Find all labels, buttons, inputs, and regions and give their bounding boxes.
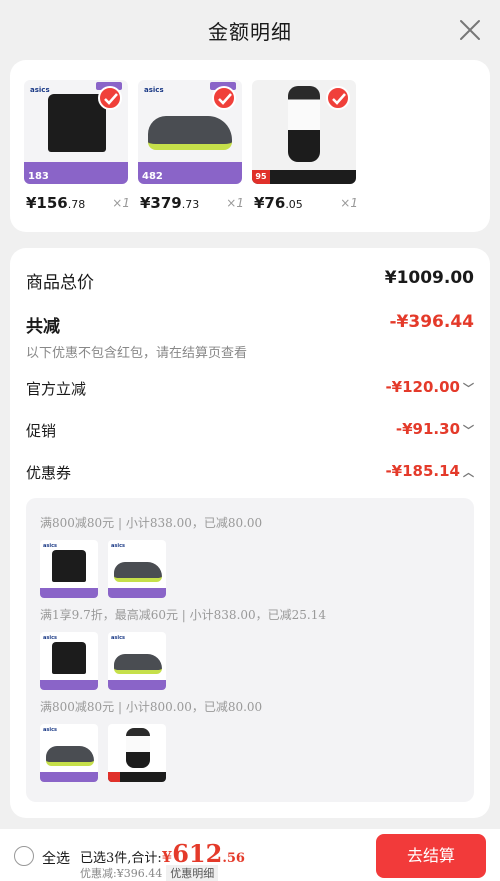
official-discount-row[interactable]: 官方立减 -¥120.00 ﹀: [26, 378, 474, 404]
total-reduce-value: -¥396.44: [389, 312, 475, 332]
total-reduce-row: 共减 -¥396.44: [26, 312, 474, 338]
checkout-bar: 全选 已选3件,合计:¥612.56 优惠减:¥396.44 优惠明细 去结算: [0, 829, 500, 881]
mini-product-shoe: asics: [40, 724, 98, 782]
model-icon: [288, 86, 320, 162]
discount-note: 以下优惠不包含红包，请在结算页查看: [26, 346, 248, 361]
mini-product-shoe: asics: [108, 632, 166, 690]
close-icon[interactable]: [458, 18, 482, 42]
mini-product-shirt: asics: [40, 540, 98, 598]
sheet-title: 金额明细: [208, 20, 292, 44]
product-item-shoe[interactable]: asics 482 ¥379.73 ×1: [138, 80, 246, 216]
total-price-label: 商品总价: [26, 273, 94, 293]
price-row: ¥379.73 ×1: [138, 192, 246, 216]
mini-product-shirt: asics: [40, 632, 98, 690]
promotion-label: 促销: [26, 422, 57, 440]
amount-detail-card: 商品总价 ¥1009.00 共减 -¥396.44 以下优惠不包含红包，请在结算…: [10, 248, 490, 818]
discount-amount-text: 优惠减:¥396.44: [80, 867, 163, 880]
price-row: ¥76.05 ×1: [252, 192, 360, 216]
discount-summary: 优惠减:¥396.44 优惠明细: [80, 865, 219, 881]
checked-icon[interactable]: [326, 86, 350, 110]
coupon-label: 优惠券: [26, 464, 72, 482]
price-strip: 95: [252, 170, 356, 184]
discount-detail-link[interactable]: 优惠明细: [166, 865, 219, 881]
product-quantity: ×1: [226, 196, 244, 210]
total-price-row: 商品总价 ¥1009.00: [26, 268, 474, 294]
price-strip: 482: [138, 162, 242, 184]
price-strip: 183: [24, 162, 128, 184]
coupon-value: -¥185.14 ︿: [385, 462, 474, 480]
product-price: ¥156.78: [26, 194, 86, 212]
total-reduce-label: 共减: [26, 317, 60, 337]
total-price-value: ¥1009.00: [384, 268, 474, 288]
brand-logo: asics: [30, 86, 50, 94]
product-image[interactable]: 95: [252, 80, 356, 184]
checkout-button[interactable]: 去结算: [376, 834, 486, 878]
coupon-detail-panel: 满800减80元 | 小计838.00，已减80.00 asics asics …: [26, 498, 474, 802]
selected-count-text: 已选3件,合计:: [80, 851, 162, 866]
brand-logo: asics: [144, 86, 164, 94]
sheet-header: 金额明细: [0, 0, 500, 60]
selected-summary: 已选3件,合计:¥612.56: [80, 839, 245, 868]
promotion-value: -¥91.30 ﹀: [395, 420, 474, 438]
shoe-icon: [148, 116, 232, 150]
select-all-checkbox[interactable]: [14, 846, 34, 866]
chevron-down-icon[interactable]: ﹀: [463, 380, 474, 396]
select-all-label[interactable]: 全选: [42, 848, 70, 868]
product-item-shirt[interactable]: asics 183 ¥156.78 ×1: [24, 80, 132, 216]
coupon-rule: 满800减80元 | 小计838.00，已减80.00: [40, 516, 263, 530]
mini-product-dress: [108, 724, 166, 782]
chevron-up-icon[interactable]: ︿: [463, 464, 474, 480]
checked-icon[interactable]: [98, 86, 122, 110]
product-quantity: ×1: [112, 196, 130, 210]
official-discount-value: -¥120.00 ﹀: [385, 378, 474, 396]
product-item-dress[interactable]: 95 ¥76.05 ×1: [252, 80, 360, 216]
total-amount: ¥612.56: [161, 839, 245, 868]
coupon-rule: 满800减80元 | 小计800.00，已减80.00: [40, 700, 263, 714]
promotion-row[interactable]: 促销 -¥91.30 ﹀: [26, 420, 474, 446]
mini-product-shoe: asics: [108, 540, 166, 598]
product-quantity: ×1: [340, 196, 358, 210]
product-image[interactable]: asics 183: [24, 80, 128, 184]
coupon-row[interactable]: 优惠券 -¥185.14 ︿: [26, 462, 474, 488]
chevron-down-icon[interactable]: ﹀: [463, 422, 474, 438]
product-image[interactable]: asics 482: [138, 80, 242, 184]
coupon-rule: 满1享9.7折，最高减60元 | 小计838.00，已减25.14: [40, 608, 327, 622]
product-price: ¥76.05: [254, 194, 303, 212]
checked-icon[interactable]: [212, 86, 236, 110]
official-discount-label: 官方立减: [26, 380, 87, 398]
price-row: ¥156.78 ×1: [24, 192, 132, 216]
product-price: ¥379.73: [140, 194, 200, 212]
tshirt-icon: [48, 94, 106, 152]
products-card: asics 183 ¥156.78 ×1 asics 482 ¥379.73 ×: [10, 60, 490, 232]
